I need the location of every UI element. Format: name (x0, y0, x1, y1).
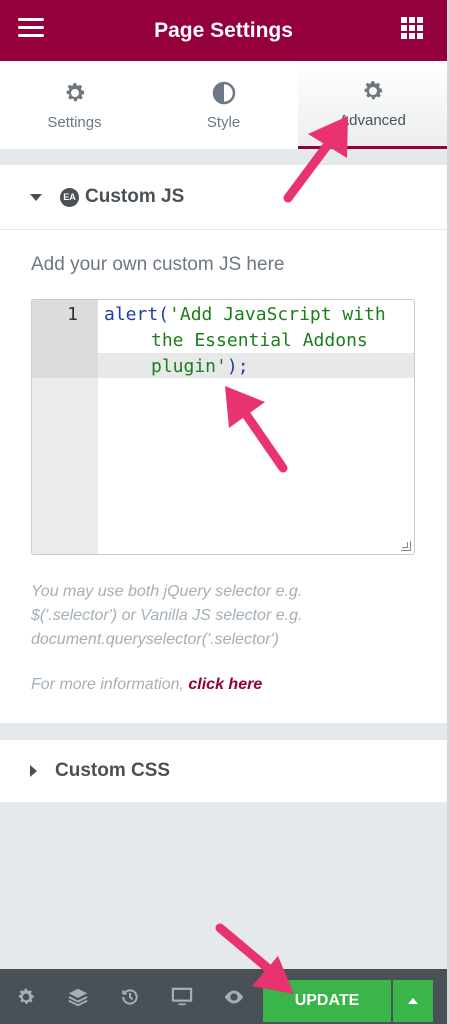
code-string-1: 'Add JavaScript with (169, 304, 386, 325)
line-number: 1 (67, 304, 78, 325)
custom-css-toggle[interactable]: Custom CSS (0, 740, 447, 802)
custom-css-heading: Custom CSS (55, 760, 171, 781)
contrast-icon (211, 80, 237, 106)
custom-js-code-editor[interactable]: 1 alert('Add JavaScript with the Essenti… (31, 299, 415, 555)
custom-js-help-text: You may use both jQuery selector e.g. $(… (31, 583, 303, 648)
page-title: Page Settings (154, 18, 293, 42)
caret-down-icon (30, 193, 42, 201)
preview-eye-icon[interactable] (208, 969, 260, 1024)
resize-handle-icon[interactable] (401, 541, 411, 551)
click-here-link[interactable]: click here (188, 676, 262, 693)
more-info-text: For more information, click here (31, 676, 262, 694)
essential-addons-icon: EA (60, 187, 79, 207)
custom-js-toggle[interactable]: EA Custom JS (0, 165, 447, 229)
tab-settings[interactable]: Settings (0, 61, 149, 149)
gear-icon (62, 80, 88, 106)
tab-style-label: Style (206, 113, 241, 131)
code-end: ); (226, 356, 249, 377)
settings-gear-icon[interactable] (0, 969, 52, 1024)
code-string-2: the Essential Addons (151, 330, 368, 351)
history-icon[interactable] (104, 969, 156, 1024)
save-options-button[interactable] (393, 980, 433, 1022)
custom-css-section: Custom CSS (0, 740, 447, 802)
code-string-3: plugin' (151, 356, 227, 377)
code-content[interactable]: alert('Add JavaScript with the Essential… (104, 302, 408, 380)
divider (0, 229, 447, 230)
tab-settings-label: Settings (47, 113, 102, 131)
caret-right-icon (30, 765, 37, 777)
editor-gutter: 1 (32, 300, 98, 554)
code-function: alert( (104, 304, 170, 325)
responsive-desktop-icon[interactable] (156, 969, 208, 1024)
custom-js-heading: Custom JS (85, 186, 185, 207)
custom-js-field-label: Add your own custom JS here (31, 254, 285, 275)
widgets-grid-icon[interactable] (401, 17, 423, 39)
tab-style[interactable]: Style (149, 61, 298, 149)
settings-tabs: Settings Style Advanced (0, 61, 447, 149)
hamburger-menu-icon[interactable] (18, 18, 44, 38)
more-info-prefix: For more information, (31, 676, 189, 693)
caret-up-icon (408, 998, 418, 1004)
gear-icon (360, 78, 386, 104)
panel-header: Page Settings (0, 0, 447, 61)
layers-icon[interactable] (52, 969, 104, 1024)
update-button[interactable]: UPDATE (263, 980, 391, 1022)
tab-advanced-label: Advanced (339, 112, 406, 129)
tab-advanced[interactable]: Advanced (298, 61, 447, 149)
